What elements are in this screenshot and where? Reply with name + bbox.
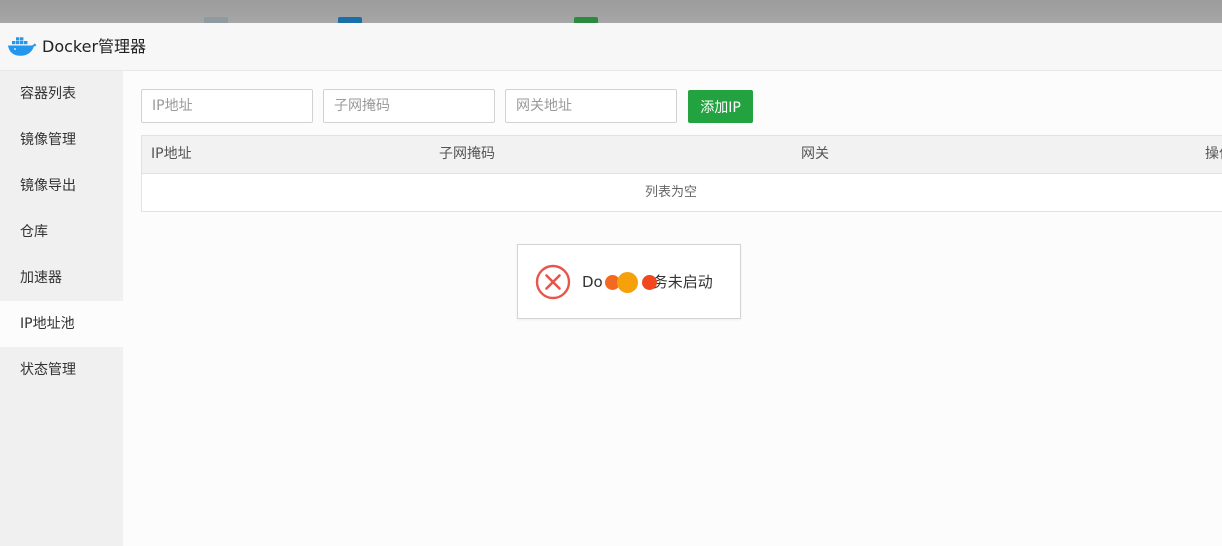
sidebar-item-ip-pool[interactable]: IP地址池: [0, 301, 123, 347]
sidebar-item-images[interactable]: 镜像管理: [0, 117, 123, 163]
redaction-mark: [601, 272, 661, 294]
toast-message-suffix: 务未启动: [652, 273, 713, 291]
error-circle-icon: [535, 264, 571, 300]
subnet-mask-input[interactable]: [323, 89, 495, 123]
app-header: Docker管理器: [0, 23, 1222, 71]
sidebar-item-status[interactable]: 状态管理: [0, 347, 123, 393]
app-title: Docker管理器: [42, 37, 147, 56]
sidebar-item-registry[interactable]: 仓库: [0, 209, 123, 255]
add-ip-button[interactable]: 添加IP: [688, 90, 753, 123]
column-header-gateway: 网关: [801, 146, 829, 162]
column-header-actions: 操作: [1205, 146, 1222, 162]
sidebar-item-containers[interactable]: 容器列表: [0, 71, 123, 117]
toast-message-prefix: Do: [582, 273, 603, 291]
table-header: IP地址 子网掩码 网关 操作: [142, 136, 1222, 174]
sidebar: 容器列表 镜像管理 镜像导出 仓库 加速器 IP地址池 状态管理: [0, 71, 123, 546]
ip-pool-table: IP地址 子网掩码 网关 操作 列表为空: [141, 135, 1222, 212]
error-toast: Do 务未启动: [517, 244, 741, 319]
docker-whale-icon: [8, 37, 37, 56]
gateway-input[interactable]: [505, 89, 677, 123]
sidebar-item-image-export[interactable]: 镜像导出: [0, 163, 123, 209]
background-window-strip: [0, 0, 1222, 23]
column-header-subnet: 子网掩码: [439, 146, 495, 162]
column-header-ip: IP地址: [151, 146, 192, 162]
sidebar-item-accelerator[interactable]: 加速器: [0, 255, 123, 301]
main-content: 添加IP IP地址 子网掩码 网关 操作 列表为空 Do 务未启动: [123, 71, 1222, 546]
ip-address-input[interactable]: [141, 89, 313, 123]
table-empty-message: 列表为空: [644, 185, 697, 200]
docker-manager-window: Docker管理器 容器列表 镜像管理 镜像导出 仓库 加速器 IP地址池 状态…: [0, 23, 1222, 546]
